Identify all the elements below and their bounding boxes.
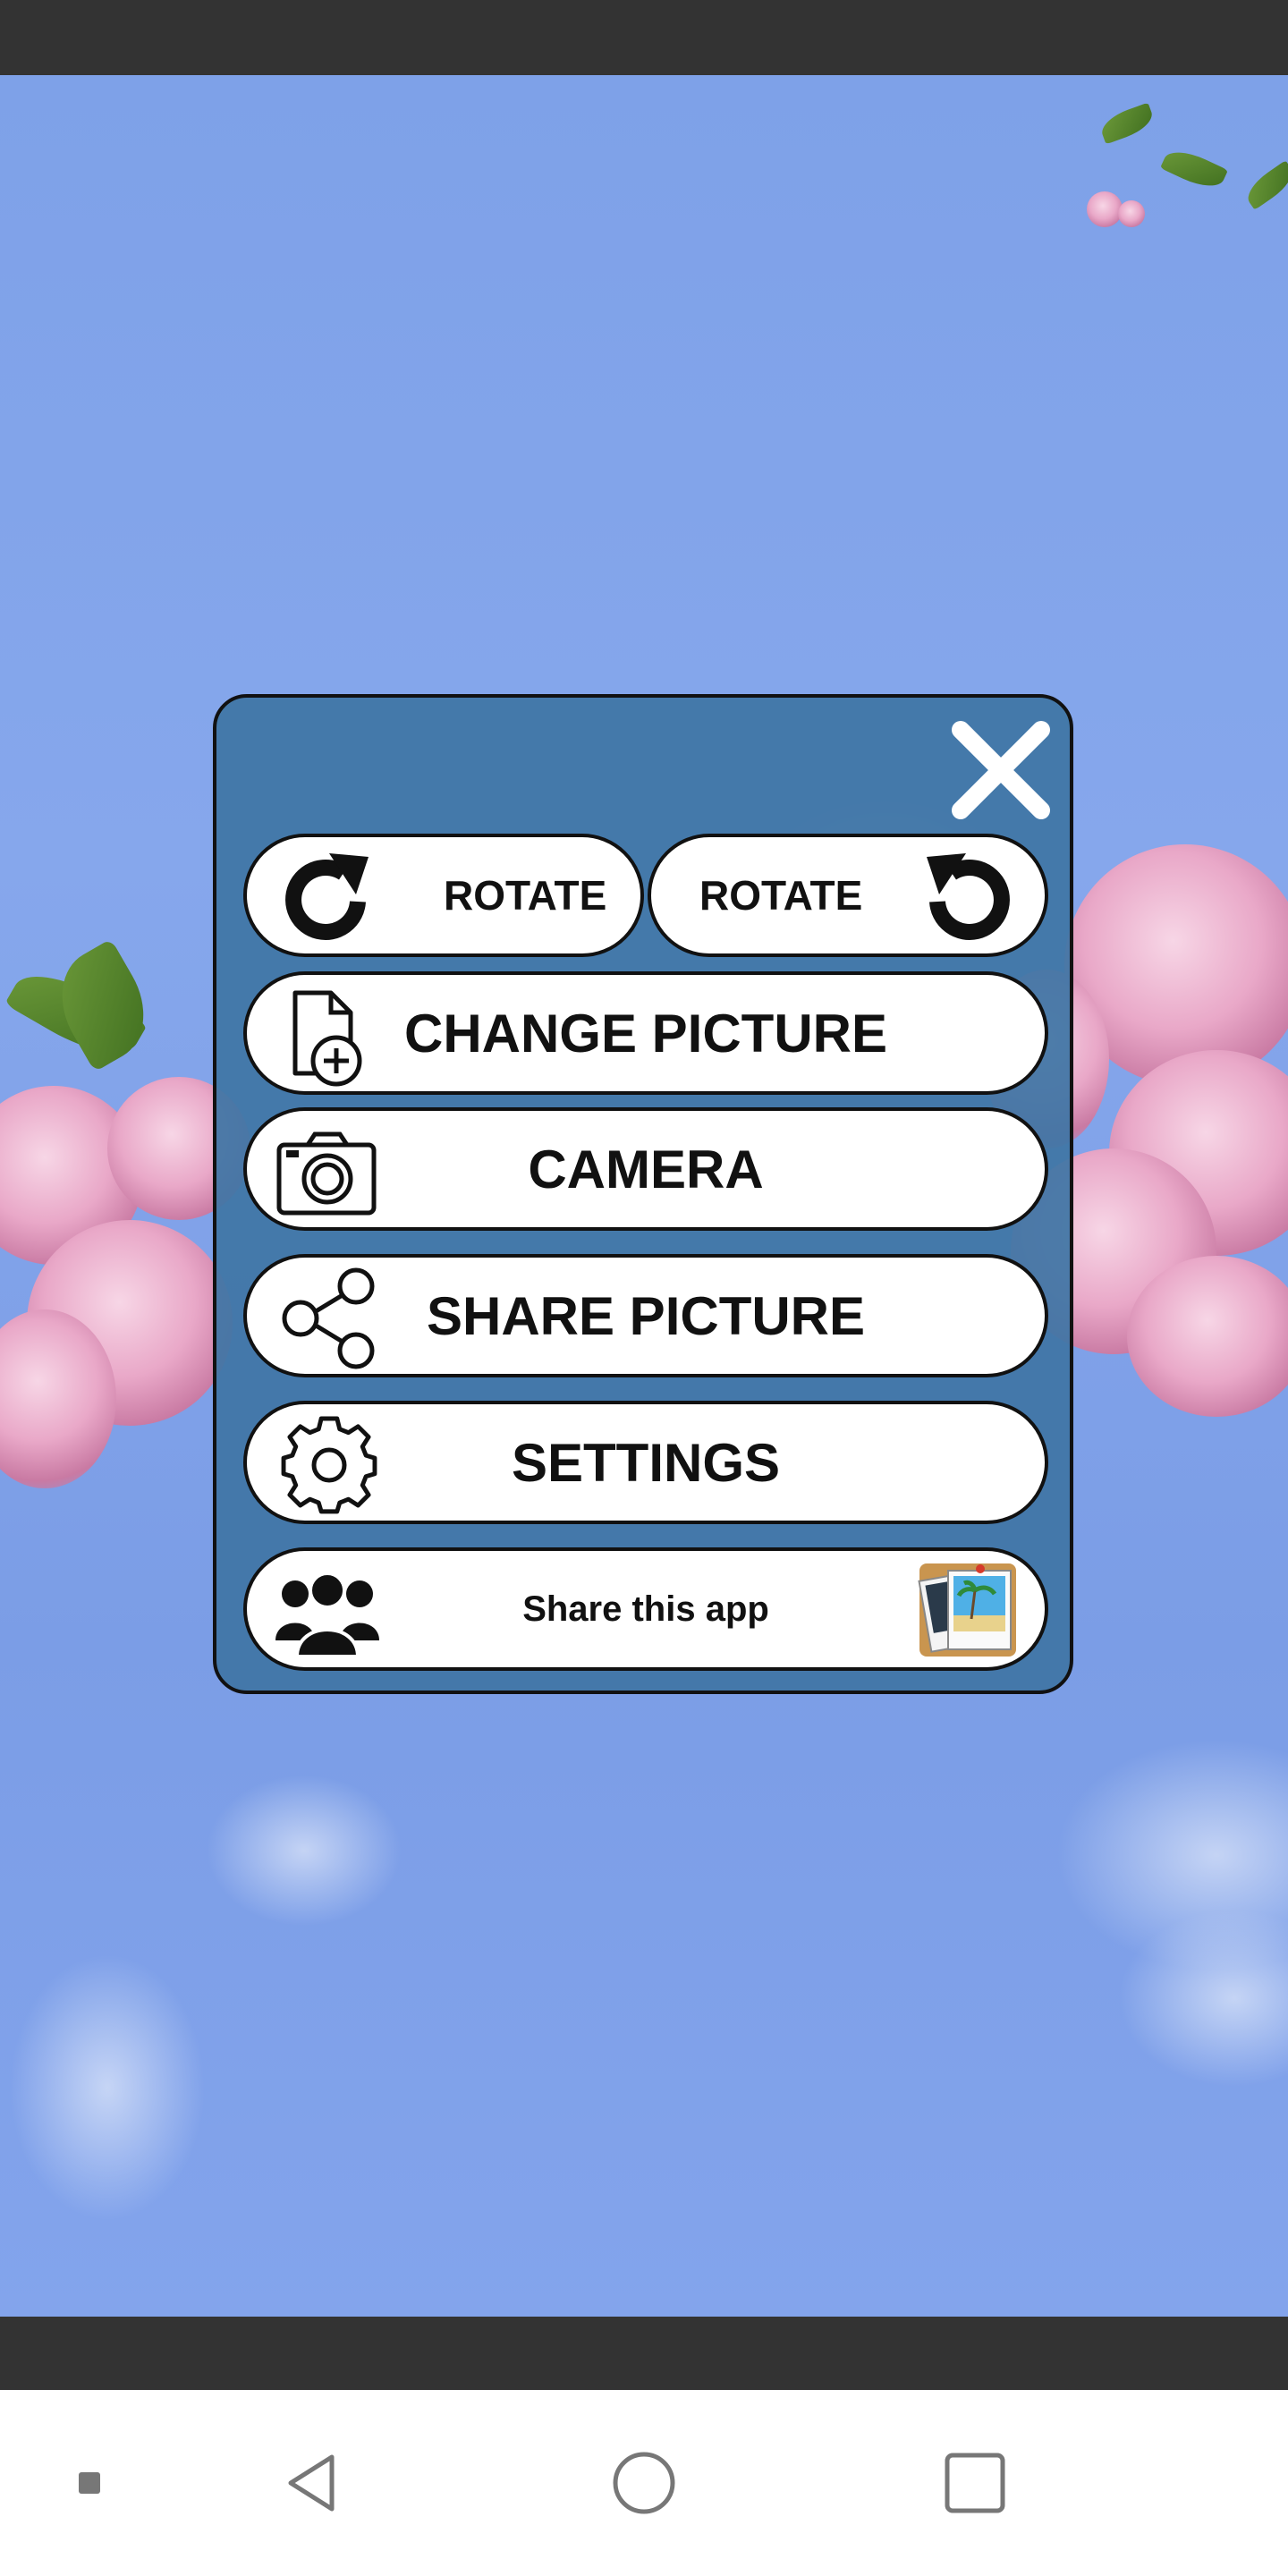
rotate-clockwise-button[interactable]: ROTATE (243, 834, 644, 957)
change-picture-button[interactable]: CHANGE PICTURE (243, 971, 1048, 1095)
change-picture-label: CHANGE PICTURE (403, 1003, 888, 1063)
options-dialog: ROTATE ROTATE CHANGE PICTURE CAMERA SHAR… (213, 694, 1073, 1694)
rotate-clockwise-label: ROTATE (444, 872, 607, 919)
settings-button[interactable]: SETTINGS (243, 1401, 1048, 1524)
status-bar (0, 0, 1288, 75)
camera-button[interactable]: CAMERA (243, 1107, 1048, 1231)
rotate-clockwise-icon (274, 846, 377, 950)
home-icon (613, 2452, 675, 2514)
back-button[interactable] (268, 2390, 358, 2576)
recents-button[interactable] (930, 2390, 1020, 2576)
close-icon (952, 721, 1050, 819)
share-app-button[interactable]: Share this app (243, 1547, 1048, 1671)
bottom-bar (0, 2317, 1288, 2390)
home-button[interactable] (599, 2390, 689, 2576)
settings-label: SETTINGS (511, 1432, 781, 1493)
rotate-counterclockwise-label: ROTATE (699, 872, 863, 919)
camera-label: CAMERA (528, 1139, 764, 1199)
close-button[interactable] (943, 712, 1059, 828)
back-icon (288, 2454, 335, 2512)
share-picture-button[interactable]: SHARE PICTURE (243, 1254, 1048, 1377)
rotate-counterclockwise-button[interactable]: ROTATE (648, 834, 1048, 957)
navigation-bar (0, 2390, 1288, 2576)
menu-button[interactable] (63, 2390, 116, 2576)
recents-icon (945, 2453, 1005, 2513)
photo-stack-icon (918, 1560, 1018, 1660)
rotate-counterclockwise-icon (918, 846, 1021, 950)
share-picture-label: SHARE PICTURE (426, 1285, 866, 1346)
menu-dot-icon (79, 2472, 100, 2494)
